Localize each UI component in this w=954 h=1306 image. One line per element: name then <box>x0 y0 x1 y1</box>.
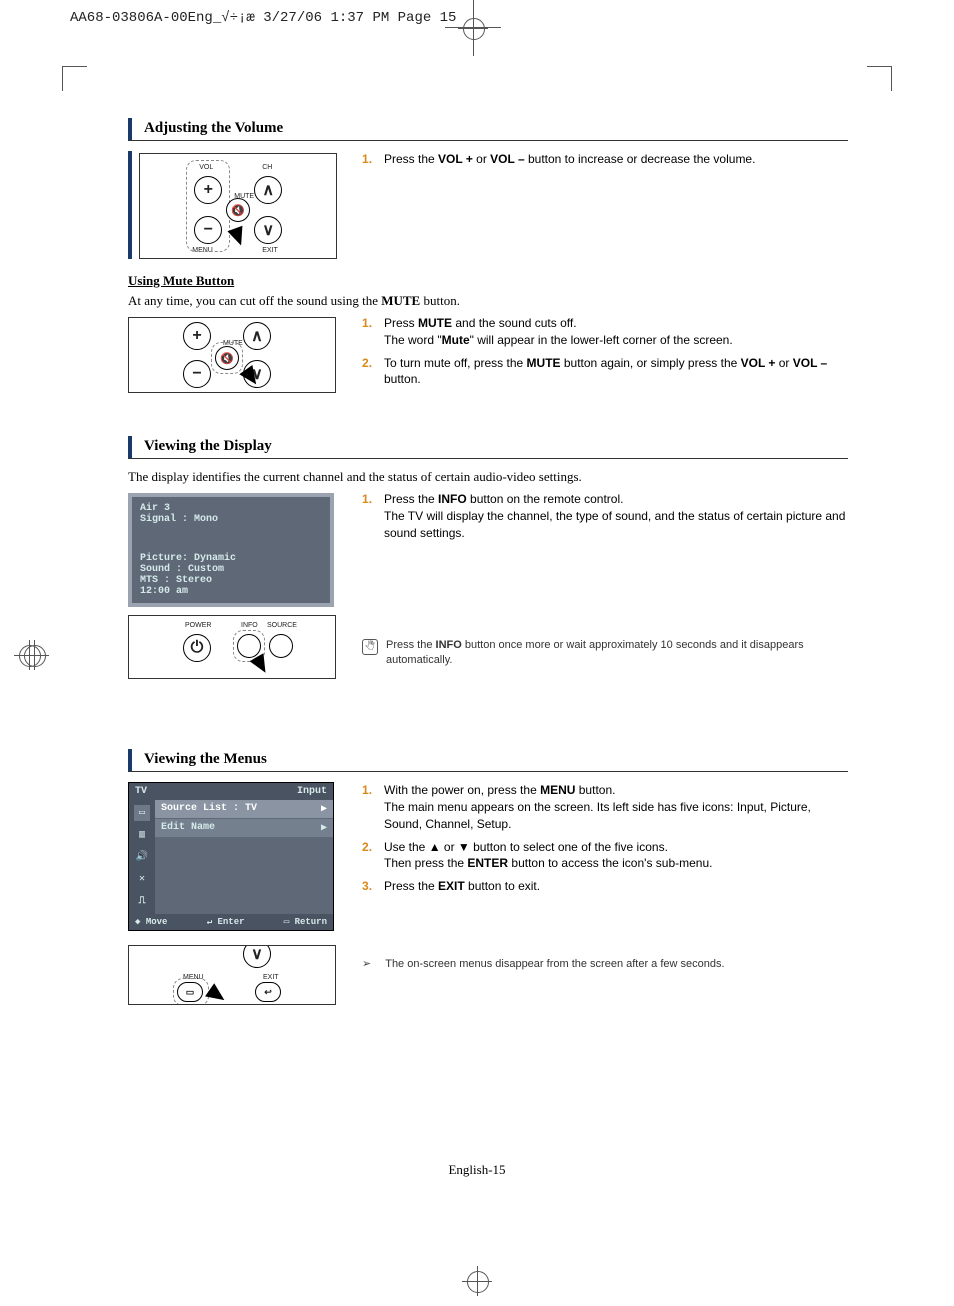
ch-down-icon: ∨ <box>254 216 282 244</box>
menu-title-left: TV <box>135 786 147 797</box>
label-exit: EXIT <box>262 247 278 254</box>
note-icon: 🖑 <box>362 639 378 655</box>
osd-line: Picture: Dynamic <box>140 553 322 564</box>
remote-illustration-mute: MUTE + − ∧ ∨ 🔇 <box>128 317 336 393</box>
section-heading-row: Viewing the Display <box>128 436 848 459</box>
section-heading-row: Adjusting the Volume <box>128 118 848 141</box>
mute-intro: At any time, you can cut off the sound u… <box>128 293 848 309</box>
heading-viewing-menus: Viewing the Menus <box>144 749 267 771</box>
heading-accent-bar <box>128 151 132 259</box>
osd-info-panel: Air 3 Signal : Mono Picture: Dynamic Sou… <box>128 493 334 607</box>
mute-icon: 🔇 <box>215 346 239 370</box>
page-footer: English-15 <box>0 1162 954 1178</box>
osd-line: Air 3 <box>140 503 322 514</box>
step-menu-3: Press the EXIT button to exit. <box>362 878 848 895</box>
note-info-timeout: 🖑 Press the INFO button once more or wai… <box>362 638 848 669</box>
label-exit: EXIT <box>263 974 279 981</box>
menu-row-empty <box>155 888 333 913</box>
step-menu-2: Use the ▲ or ▼ button to select one of t… <box>362 839 848 873</box>
ch-down-icon: ∨ <box>243 945 271 968</box>
menu-row-edit-name: Edit Name▶ <box>155 819 333 838</box>
ch-up-icon: ∧ <box>243 322 271 350</box>
heading-viewing-display: Viewing the Display <box>144 436 272 458</box>
mute-icon: 🔇 <box>226 198 250 222</box>
osd-line: Sound : Custom <box>140 564 322 575</box>
menu-row-empty <box>155 838 333 863</box>
arrow-indicator-icon <box>228 226 249 248</box>
remote-illustration-vol: VOL CH MUTE MENU EXIT + − ∧ ∨ 🔇 <box>139 153 337 259</box>
step-mute-2: To turn mute off, press the MUTE button … <box>362 355 848 389</box>
registration-mark <box>462 1266 492 1296</box>
menu-icon-input: ▭ <box>134 805 150 821</box>
registration-mark <box>458 13 488 43</box>
menu-footer-move: ◆ Move <box>135 917 167 927</box>
section-heading-row: Viewing the Menus <box>128 749 848 772</box>
step-vol-1: Press the VOL + or VOL – button to incre… <box>362 151 848 168</box>
menu-icon-channel: ✕ <box>134 871 150 887</box>
menu-row-empty <box>155 863 333 888</box>
remote-illustration-menu: MENU EXIT ∨ ▭ ↩ <box>128 945 336 1005</box>
subheading-mute: Using Mute Button <box>128 273 848 289</box>
menu-icon-picture: ▥ <box>134 827 150 843</box>
pointer-icon: ➢ <box>362 957 371 972</box>
step-info-1: Press the INFO button on the remote cont… <box>362 491 848 541</box>
osd-line: Signal : Mono <box>140 514 322 525</box>
osd-line: 12:00 am <box>140 586 322 597</box>
heading-adjusting-volume: Adjusting the Volume <box>144 118 283 140</box>
crop-corner <box>62 66 87 91</box>
ch-up-icon: ∧ <box>254 176 282 204</box>
menu-footer-enter: ↵ Enter <box>207 917 245 927</box>
menu-icon-sound: 🔊 <box>134 849 150 865</box>
label-power: POWER <box>185 622 211 629</box>
osd-menu-panel: TV Input ▭ ▥ 🔊 ✕ ⎍ Source <box>128 782 334 931</box>
menu-title-right: Input <box>297 786 327 797</box>
step-mute-1: Press MUTE and the sound cuts off. The w… <box>362 315 848 349</box>
menu-footer-return: ▭ Return <box>284 917 327 927</box>
crop-corner <box>867 66 892 91</box>
osd-line: MTS : Stereo <box>140 575 322 586</box>
exit-button-icon: ↩ <box>255 982 281 1002</box>
menu-icon-setup: ⎍ <box>134 893 150 909</box>
vol-minus-icon: − <box>183 360 211 388</box>
heading-accent-bar <box>128 749 132 771</box>
menu-row-source-list: Source List : TV▶ <box>155 800 333 819</box>
label-ch: CH <box>262 164 272 171</box>
heading-accent-bar <box>128 436 132 458</box>
label-info: INFO <box>241 622 258 629</box>
remote-illustration-info: POWER INFO SOURCE ⏻ <box>128 615 336 679</box>
registration-mark <box>19 640 49 670</box>
heading-accent-bar <box>128 118 132 140</box>
power-icon: ⏻ <box>183 634 211 662</box>
print-header: AA68-03806A-00Eng_√÷¡æ 3/27/06 1:37 PM P… <box>70 10 456 26</box>
display-intro: The display identifies the current chann… <box>128 469 848 485</box>
menu-button-icon: ▭ <box>177 982 203 1002</box>
note-menu-timeout: ➢ The on-screen menus disappear from the… <box>362 957 848 972</box>
source-button-icon <box>269 634 293 658</box>
step-menu-1: With the power on, press the MENU button… <box>362 782 848 832</box>
info-button-icon <box>237 634 261 658</box>
label-source: SOURCE <box>267 622 297 629</box>
vol-plus-icon: + <box>183 322 211 350</box>
